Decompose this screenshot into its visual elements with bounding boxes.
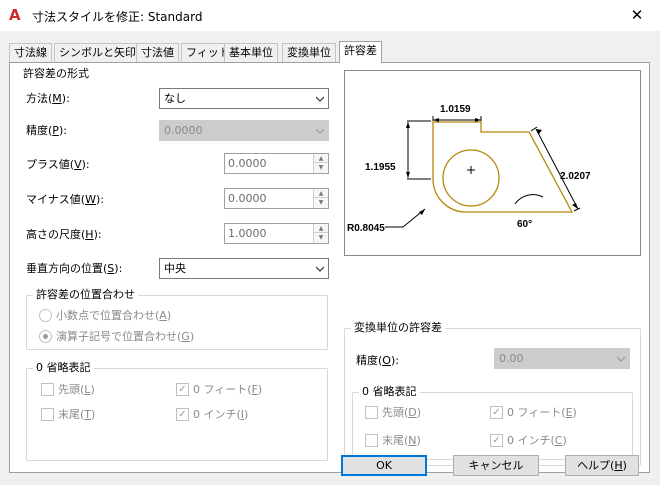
inches-label: 0 インチ(I) — [193, 408, 249, 421]
dim-right-text: 2.0207 — [560, 171, 591, 182]
alt-leading-checkbox[interactable] — [365, 406, 378, 419]
part-outline — [432, 121, 574, 213]
vertical-position-label: 垂直方向の位置(S): — [26, 262, 123, 275]
alt-zero-suppression-group: 0 省略表記 先頭(D) ✓ 0 フィート(E) 末尾(N) ✓ 0 インチ(C… — [352, 385, 633, 460]
close-button[interactable]: ✕ — [614, 0, 660, 31]
spin-up-icon[interactable]: ▲ — [314, 224, 328, 233]
leading-label: 先頭(L) — [58, 383, 95, 396]
alt-trailing-label: 末尾(N) — [382, 434, 421, 447]
spin-down-icon[interactable]: ▼ — [314, 198, 328, 207]
alt-feet-label: 0 フィート(E) — [507, 406, 577, 419]
alt-inches-checkbox[interactable]: ✓ — [490, 434, 503, 447]
leading-checkbox[interactable] — [41, 383, 54, 396]
height-scale-spinner[interactable]: 1.0000 ▲ ▼ — [224, 223, 329, 244]
dim-top-text: 1.0159 — [440, 104, 471, 115]
alt-leading-label: 先頭(D) — [382, 406, 422, 419]
alignment-group-title: 許容差の位置合わせ — [33, 288, 138, 302]
height-scale-label: 高さの尺度(H): — [26, 228, 102, 241]
dim-left-text: 1.1955 — [365, 162, 396, 173]
inches-checkbox[interactable]: ✓ — [176, 408, 189, 421]
alt-precision-label: 精度(O): — [356, 354, 399, 367]
method-dropdown[interactable]: なし — [159, 88, 329, 109]
chevron-down-icon — [316, 128, 324, 134]
tab-text[interactable]: 寸法値 — [136, 43, 179, 62]
radius-text: R0.8045 — [347, 223, 385, 234]
autocad-a-icon: A — [9, 6, 21, 24]
title-bar: A 寸法スタイルを修正: Standard ✕ — [0, 0, 660, 31]
spinner-buttons: ▲ ▼ — [313, 224, 328, 243]
preview-drawing: 1.0159 1.1955 2.0207 60° R0.8045 — [347, 104, 591, 234]
trailing-checkbox[interactable] — [41, 408, 54, 421]
method-label: 方法(M): — [26, 92, 70, 105]
ok-button[interactable]: OK — [341, 455, 427, 476]
alt-tolerance-group: 変換単位の許容差 精度(O): 0.00 0 省略表記 先頭(D) ✓ 0 フィ… — [344, 321, 641, 466]
alt-zero-suppression-title: 0 省略表記 — [359, 385, 420, 399]
tab-alternate-units[interactable]: 変換単位 — [282, 43, 336, 62]
alt-tolerance-title: 変換単位の許容差 — [351, 321, 445, 335]
feet-checkbox[interactable]: ✓ — [176, 383, 189, 396]
minus-value-label: マイナス値(W): — [26, 193, 104, 206]
zero-suppression-group: 0 省略表記 先頭(L) ✓ 0 フィート(F) 末尾(T) ✓ 0 インチ(I… — [26, 361, 328, 461]
feet-label: 0 フィート(F) — [193, 383, 263, 396]
spin-up-icon[interactable]: ▲ — [314, 189, 328, 198]
tolerance-format-title: 許容差の形式 — [23, 67, 89, 80]
plus-value-text: 0.0000 — [228, 157, 267, 170]
spinner-buttons: ▲ ▼ — [313, 154, 328, 173]
vertical-position-value: 中央 — [164, 262, 186, 275]
spin-up-icon[interactable]: ▲ — [314, 154, 328, 163]
spinner-buttons: ▲ ▼ — [313, 189, 328, 208]
method-value: なし — [164, 92, 186, 105]
cancel-button[interactable]: キャンセル — [453, 455, 539, 476]
angle-text: 60° — [517, 219, 532, 230]
alt-precision-value: 0.00 — [499, 352, 524, 365]
chevron-down-icon — [316, 96, 324, 102]
alt-inches-label: 0 インチ(C) — [507, 434, 567, 447]
align-operator-label: 演算子記号で位置合わせ(G) — [56, 330, 195, 343]
precision-label: 精度(P): — [26, 124, 67, 137]
precision-dropdown[interactable]: 0.0000 — [159, 120, 329, 141]
height-scale-text: 1.0000 — [228, 227, 267, 240]
minus-value-spinner[interactable]: 0.0000 ▲ ▼ — [224, 188, 329, 209]
help-button[interactable]: ヘルプ(H) — [565, 455, 639, 476]
align-operator-radio[interactable] — [39, 330, 52, 343]
tab-dim-lines[interactable]: 寸法線 — [9, 43, 52, 62]
spin-down-icon[interactable]: ▼ — [314, 233, 328, 242]
plus-value-spinner[interactable]: 0.0000 ▲ ▼ — [224, 153, 329, 174]
preview-pane: 1.0159 1.1955 2.0207 60° R0.8045 — [344, 70, 641, 256]
align-decimal-label: 小数点で位置合わせ(A) — [56, 309, 172, 322]
tab-symbols-arrows[interactable]: シンボルと矢印 — [54, 43, 141, 62]
spin-down-icon[interactable]: ▼ — [314, 163, 328, 172]
tab-tolerances[interactable]: 許容差 — [339, 41, 382, 63]
vertical-position-dropdown[interactable]: 中央 — [159, 258, 329, 279]
dialog-client: 寸法線 シンボルと矢印 寸法値 フィット 基本単位 変換単位 許容差 許容差の形… — [0, 31, 660, 485]
window-title: 寸法スタイルを修正: Standard — [32, 10, 203, 24]
radio-selected-dot — [43, 334, 48, 339]
alt-trailing-checkbox[interactable] — [365, 434, 378, 447]
chevron-down-icon — [617, 356, 625, 362]
alt-feet-checkbox[interactable]: ✓ — [490, 406, 503, 419]
chevron-down-icon — [316, 266, 324, 272]
precision-value: 0.0000 — [164, 124, 203, 137]
tab-primary-units[interactable]: 基本単位 — [224, 43, 278, 62]
plus-value-label: プラス値(V): — [26, 158, 90, 171]
align-decimal-radio[interactable] — [39, 309, 52, 322]
zero-suppression-title: 0 省略表記 — [33, 361, 94, 375]
alt-precision-dropdown[interactable]: 0.00 — [494, 348, 630, 369]
minus-value-text: 0.0000 — [228, 192, 267, 205]
alignment-group: 許容差の位置合わせ 小数点で位置合わせ(A) 演算子記号で位置合わせ(G) — [26, 288, 328, 350]
trailing-label: 末尾(T) — [58, 408, 96, 421]
tolerances-panel: 許容差の形式 方法(M): なし 精度(P): 0.0000 プラス値(V): … — [9, 62, 650, 473]
